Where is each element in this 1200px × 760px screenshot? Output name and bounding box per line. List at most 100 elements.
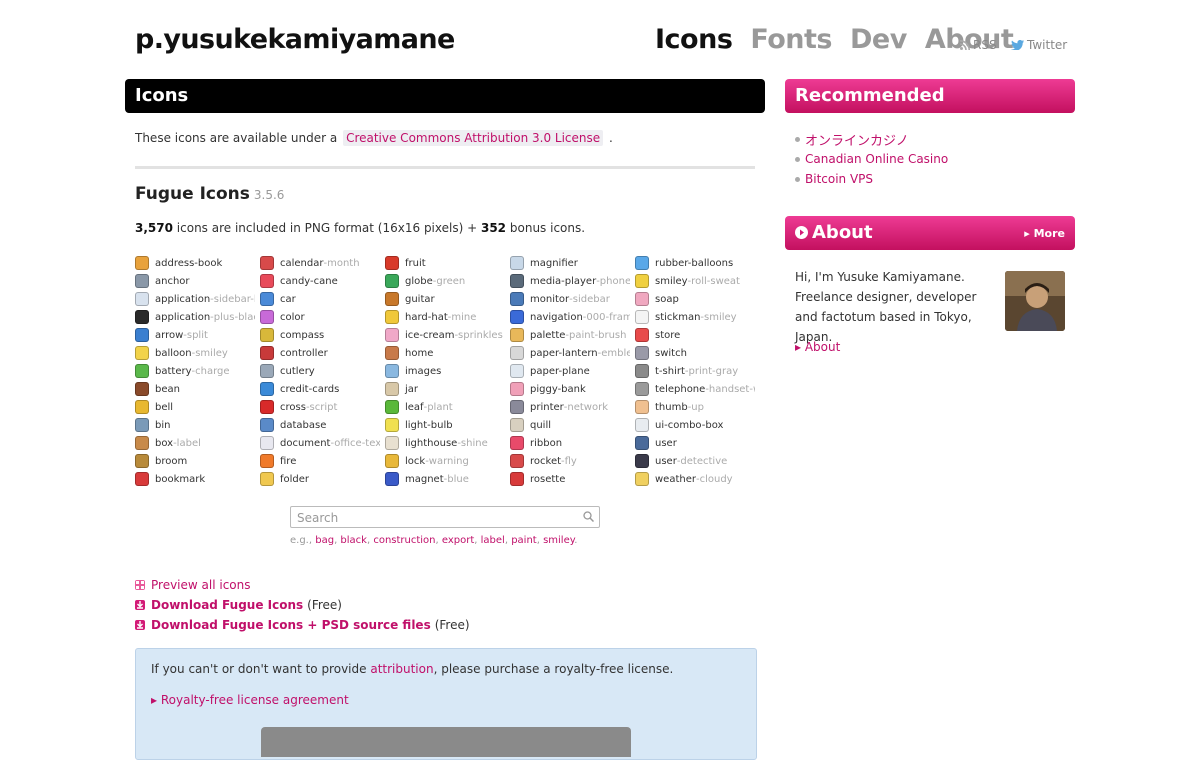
icon-list-item[interactable]: guitar [385,290,505,308]
icon-list-item[interactable]: stickman -smiley [635,308,755,326]
download-fugue-button[interactable]: Download Fugue Icons [151,598,303,612]
icon-list-item[interactable]: ribbon [510,434,630,452]
icon-list-item[interactable]: application -sidebar-l [135,290,255,308]
twitter-link[interactable]: Twitter [1011,38,1067,52]
icon-name: anchor [155,275,190,287]
icon-list-item[interactable]: globe -green [385,272,505,290]
site-title[interactable]: p.yusukekamiyamane [135,24,455,55]
icon-list-item[interactable]: lock -warning [385,452,505,470]
icon-list-item[interactable]: telephone-handset-wire [635,380,755,398]
icon-list-item[interactable]: home [385,344,505,362]
attribution-link[interactable]: attribution [370,662,433,676]
example-smiley[interactable]: smiley [543,535,574,546]
icon-list-item[interactable]: navigation-000-frame [510,308,630,326]
icon-list-item[interactable]: bean [135,380,255,398]
box-icon [135,436,149,450]
download-psd-button[interactable]: Download Fugue Icons + PSD source files [151,618,431,632]
icon-list-item[interactable]: fire [260,452,380,470]
icon-list-item[interactable]: switch [635,344,755,362]
icon-list-item[interactable]: smiley -roll-sweat [635,272,755,290]
license-link[interactable]: Creative Commons Attribution 3.0 License [343,130,604,146]
icon-list-item[interactable]: bookmark [135,470,255,488]
nav-fonts[interactable]: Fonts [750,24,832,55]
icon-list-item[interactable]: database [260,416,380,434]
icon-list-item[interactable]: folder [260,470,380,488]
icon-list-item[interactable]: printer -network [510,398,630,416]
icon-list-item[interactable]: cross -script [260,398,380,416]
icon-list-item[interactable]: candy-cane [260,272,380,290]
about-page-link[interactable]: ▸ About [795,340,840,354]
icon-list-item[interactable]: ui-combo-box [635,416,755,434]
about-more-link[interactable]: ▸ More [1024,227,1065,240]
icon-list-item[interactable]: car [260,290,380,308]
icon-list-item[interactable]: document -office-text [260,434,380,452]
icon-list-item[interactable]: anchor [135,272,255,290]
icon-list-item[interactable]: paper-lantern-emblem [510,344,630,362]
icon-list-item[interactable]: weather -cloudy [635,470,755,488]
icon-list-item[interactable]: magnifier [510,254,630,272]
icon-list-item[interactable]: leaf -plant [385,398,505,416]
user-icon [635,454,649,468]
icon-list-item[interactable]: arrow -split [135,326,255,344]
icon-list-item[interactable]: images [385,362,505,380]
icon-list-item[interactable]: compass [260,326,380,344]
icon-list-item[interactable]: bin [135,416,255,434]
example-label[interactable]: label [481,535,505,546]
icon-list-item[interactable]: rocket -fly [510,452,630,470]
example-export[interactable]: export [442,535,474,546]
recommended-link-2[interactable]: Canadian Online Casino [805,152,948,166]
icon-list-item[interactable]: application-plus-black [135,308,255,326]
icon-list-item[interactable]: color [260,308,380,326]
icon-list-item[interactable]: rosette [510,470,630,488]
download-icon [135,600,145,610]
icon-list-item[interactable]: user [635,434,755,452]
icon-list-item[interactable]: lighthouse -shine [385,434,505,452]
icon-list-item[interactable]: monitor -sidebar [510,290,630,308]
example-construction[interactable]: construction [373,535,435,546]
recommended-link-1[interactable]: オンラインカジノ [805,130,909,149]
icon-list-item[interactable]: rubber-balloons [635,254,755,272]
icon-list-item[interactable]: ice-cream -sprinkles [385,326,505,344]
list-item: Bitcoin VPS [795,169,948,189]
royalty-free-link[interactable]: ▸ Royalty-free license agreement [151,693,349,707]
example-paint[interactable]: paint [511,535,537,546]
icon-list-item[interactable]: cutlery [260,362,380,380]
icon-list-item[interactable]: palette -paint-brush [510,326,630,344]
search-input[interactable] [291,509,583,527]
recommended-link-3[interactable]: Bitcoin VPS [805,172,873,186]
ice-cream-icon [385,328,399,342]
icon-list-item[interactable]: jar [385,380,505,398]
icon-list-item[interactable]: calendar -month [260,254,380,272]
icon-name: magnet [405,473,444,485]
icon-list-item[interactable]: magnet -blue [385,470,505,488]
icon-list-item[interactable]: fruit [385,254,505,272]
icon-list-item[interactable]: hard-hat -mine [385,308,505,326]
icon-list-item[interactable]: thumb -up [635,398,755,416]
icon-name: globe [405,275,433,287]
example-black[interactable]: black [340,535,367,546]
icon-list-item[interactable]: credit-cards [260,380,380,398]
icon-list-item[interactable]: controller [260,344,380,362]
purchase-button[interactable] [261,727,631,757]
icon-list-item[interactable]: piggy-bank [510,380,630,398]
rss-link[interactable]: RSS [960,38,997,52]
icon-list-item[interactable]: light-bulb [385,416,505,434]
icon-list-item[interactable]: soap [635,290,755,308]
icon-list-item[interactable]: bell [135,398,255,416]
example-bag[interactable]: bag [315,535,334,546]
icon-list-item[interactable]: media-player -phone [510,272,630,290]
icon-list-item[interactable]: user -detective [635,452,755,470]
icon-list-item[interactable]: box -label [135,434,255,452]
icon-list-item[interactable]: broom [135,452,255,470]
icon-list-item[interactable]: address-book [135,254,255,272]
preview-all-link[interactable]: Preview all icons [151,578,251,592]
nav-dev[interactable]: Dev [850,24,907,55]
icon-list-item[interactable]: balloon -smiley [135,344,255,362]
icon-list-item[interactable]: store [635,326,755,344]
nav-icons[interactable]: Icons [655,24,733,55]
icon-list-item[interactable]: battery -charge [135,362,255,380]
search-icon[interactable] [583,511,594,522]
icon-list-item[interactable]: paper-plane [510,362,630,380]
icon-list-item[interactable]: t-shirt -print-gray [635,362,755,380]
icon-list-item[interactable]: quill [510,416,630,434]
